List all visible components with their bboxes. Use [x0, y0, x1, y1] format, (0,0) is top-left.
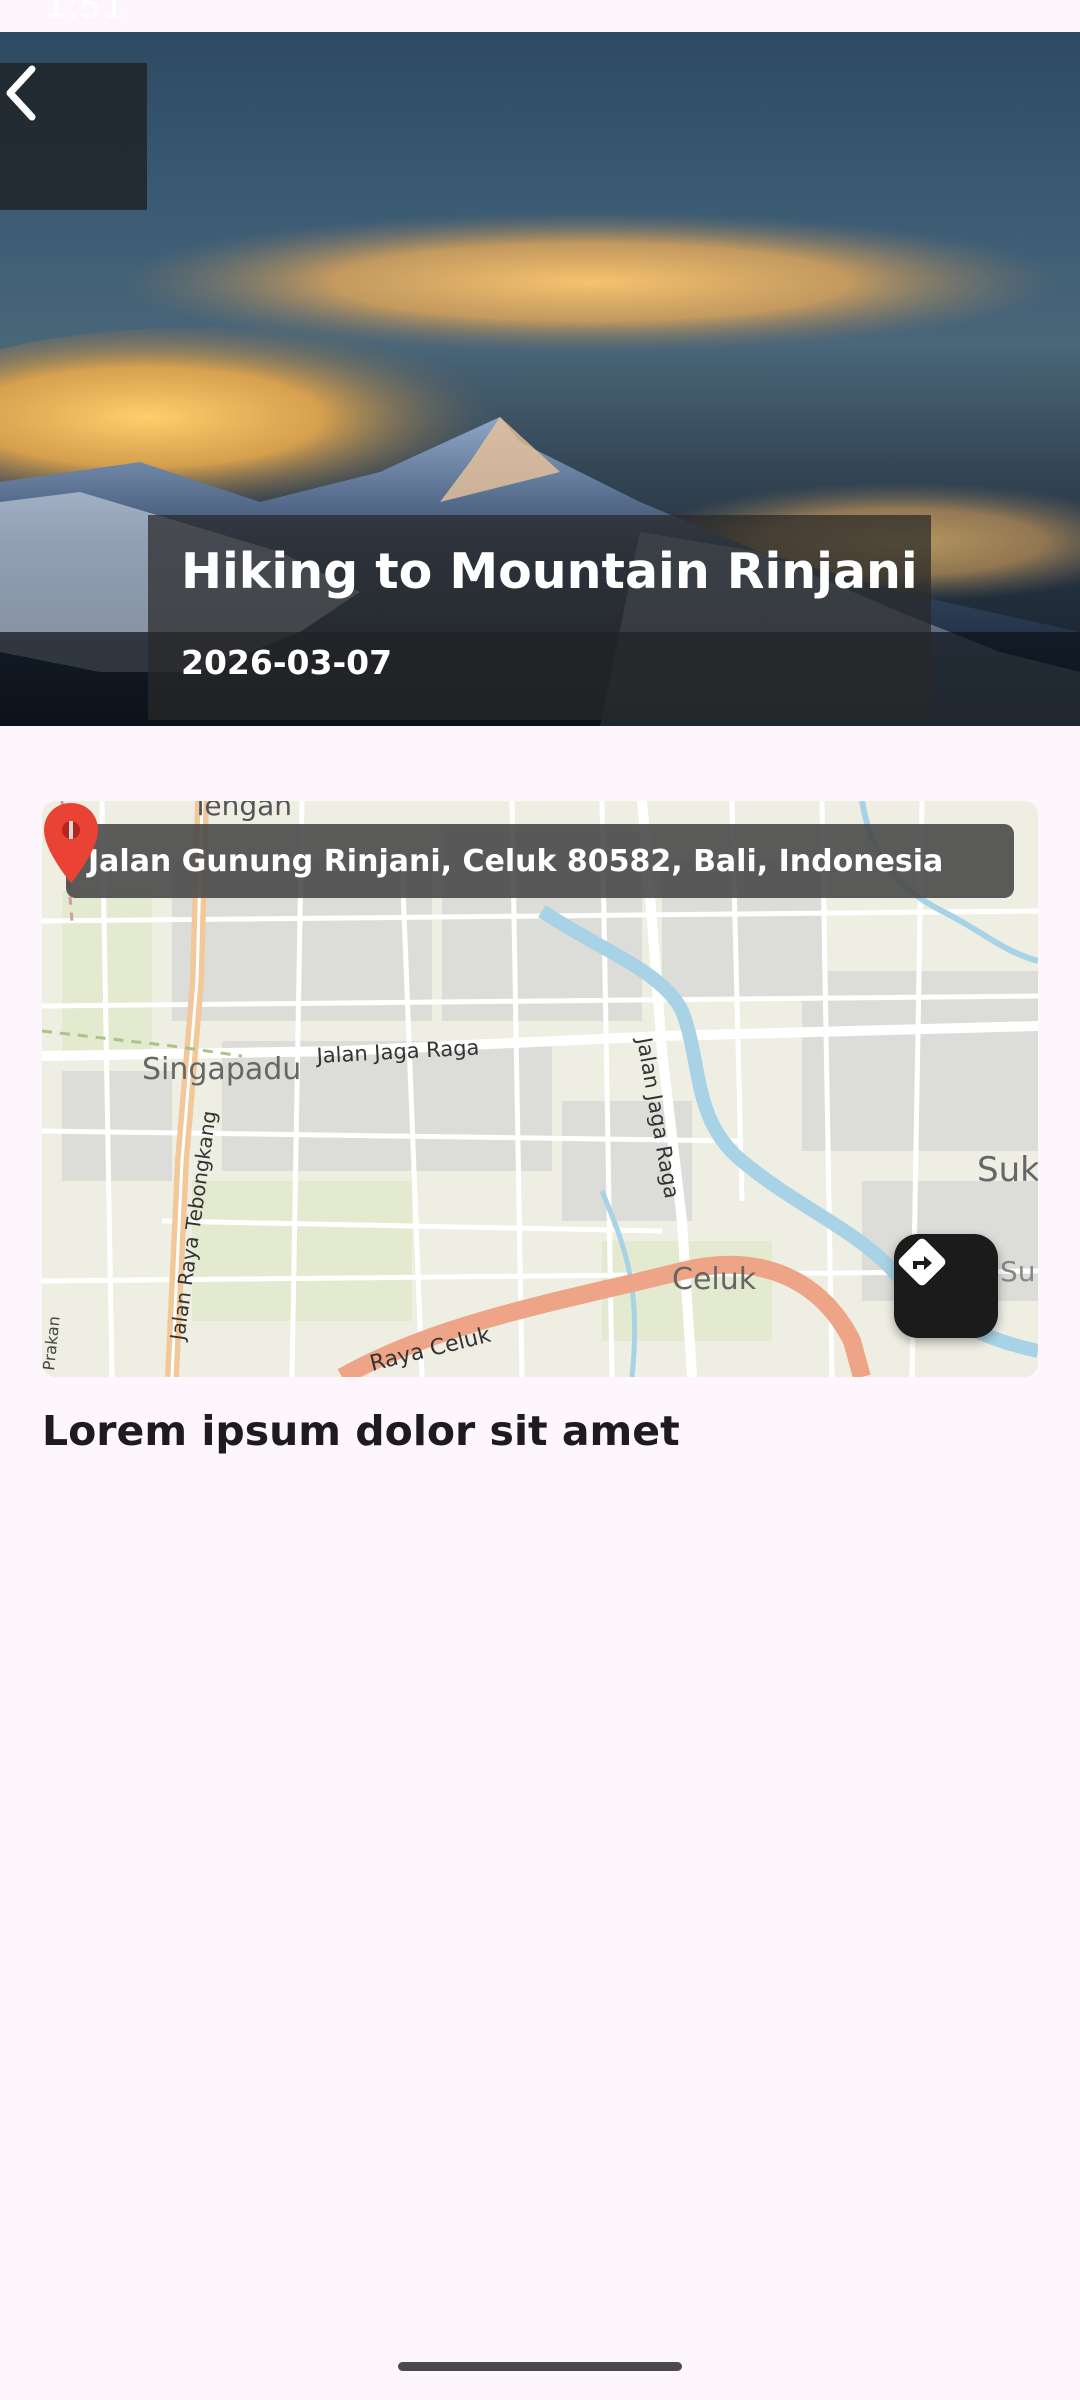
map-label-su: Su: [1000, 1255, 1036, 1288]
hero-caption: Hiking to Mountain Rinjani 2026-03-07: [148, 515, 931, 720]
location-map[interactable]: Tengah Singapadu Jalan Jaga Raga Jalan J…: [42, 801, 1038, 1377]
status-time: 1:51: [44, 0, 125, 27]
back-button[interactable]: [0, 63, 147, 210]
home-indicator[interactable]: [398, 2362, 682, 2371]
hero-image: Hiking to Mountain Rinjani 2026-03-07: [0, 32, 1080, 726]
directions-button[interactable]: [894, 1234, 998, 1338]
map-label-celuk: Celuk: [672, 1262, 757, 1297]
trip-title: Hiking to Mountain Rinjani: [181, 543, 918, 600]
map-pin-icon[interactable]: [42, 801, 100, 885]
directions-icon: [898, 1238, 946, 1286]
status-bar: 1:51: [0, 0, 1080, 32]
map-label-singapadu: Singapadu: [142, 1052, 301, 1087]
trip-description: Lorem ipsum dolor sit amet: [42, 1407, 680, 1455]
chevron-left-icon: [6, 65, 36, 121]
address-label: Jalan Gunung Rinjani, Celuk 80582, Bali,…: [66, 824, 1014, 898]
map-label-suk: Suk: [977, 1150, 1038, 1190]
trip-date: 2026-03-07: [181, 643, 393, 682]
address-text: Jalan Gunung Rinjani, Celuk 80582, Bali,…: [88, 843, 944, 879]
map-label-tengah: Tengah: [191, 801, 292, 822]
